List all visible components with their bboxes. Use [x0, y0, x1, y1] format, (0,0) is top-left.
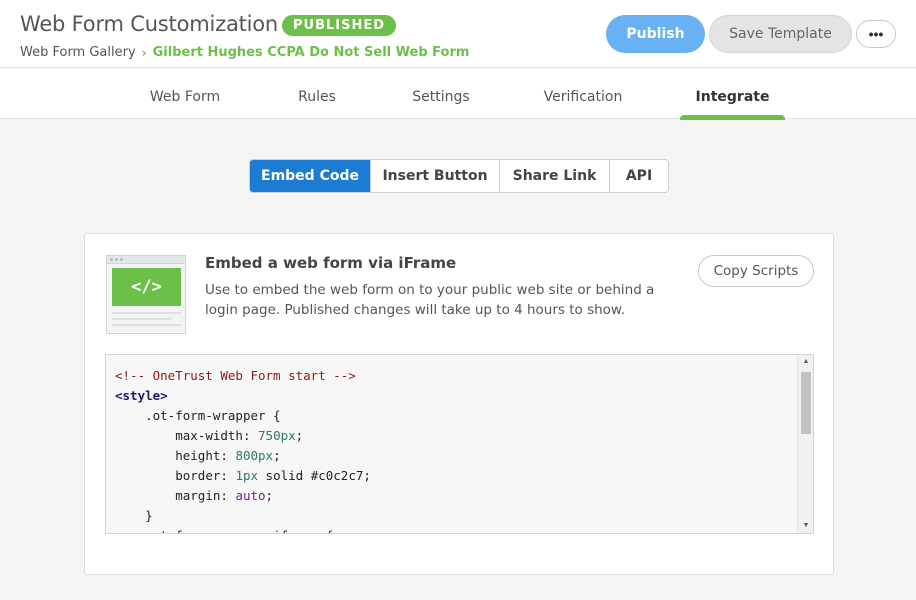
status-badge: PUBLISHED	[282, 15, 397, 36]
code-icon: </>	[112, 268, 181, 306]
scroll-up-icon[interactable]: ▲	[798, 355, 813, 369]
breadcrumb: Web Form Gallery › Gilbert Hughes CCPA D…	[20, 45, 469, 60]
integrate-subtabs: Embed Code Insert Button Share Link API	[249, 159, 669, 193]
scrollbar[interactable]: ▲ ▼	[797, 355, 813, 533]
tab-share-link[interactable]: Share Link	[500, 160, 610, 192]
code-line: max-width: 750px;	[175, 428, 304, 443]
code-line: <style>	[115, 388, 168, 403]
embed-card: </> Embed a web form via iFrame Use to e…	[84, 233, 834, 575]
tab-web-form[interactable]: Web Form	[140, 69, 230, 119]
page-header: Web Form Customization PUBLISHED Web For…	[0, 0, 916, 68]
browser-bar	[107, 256, 185, 264]
page-title: Web Form Customization	[20, 12, 279, 36]
code-line: margin: auto;	[175, 488, 274, 503]
code-line: .ot-form-wrapper iframe {	[115, 526, 371, 533]
save-template-button[interactable]: Save Template	[709, 15, 852, 53]
tab-integrate[interactable]: Integrate	[680, 69, 785, 120]
placeholder-line	[112, 324, 181, 326]
code-line: .ot-form-wrapper {	[145, 408, 281, 423]
more-icon: •••	[868, 26, 884, 42]
tab-embed-code[interactable]: Embed Code	[250, 160, 371, 192]
code-line: border: 1px solid #c0c2c7;	[175, 468, 371, 483]
breadcrumb-current: Gilbert Hughes CCPA Do Not Sell Web Form	[152, 45, 470, 60]
tab-verification[interactable]: Verification	[535, 69, 631, 119]
copy-scripts-button[interactable]: Copy Scripts	[698, 255, 814, 287]
tab-api[interactable]: API	[610, 160, 668, 192]
tab-rules[interactable]: Rules	[290, 69, 344, 119]
breadcrumb-parent-link[interactable]: Web Form Gallery	[20, 45, 136, 60]
card-title: Embed a web form via iFrame	[205, 254, 457, 272]
tab-insert-button[interactable]: Insert Button	[371, 160, 500, 192]
embed-code-textarea[interactable]: <!-- OneTrust Web Form start --> <style> …	[105, 354, 814, 534]
browser-dot	[115, 258, 118, 261]
embed-code-illustration: </>	[106, 255, 186, 334]
chevron-right-icon: ›	[141, 45, 147, 60]
code-line: <!-- OneTrust Web Form start -->	[115, 368, 356, 383]
browser-dot	[110, 258, 113, 261]
placeholder-line	[112, 318, 172, 320]
code-line: }	[145, 508, 153, 523]
scroll-down-icon[interactable]: ▼	[798, 519, 813, 533]
main-tabs: Web Form Rules Settings Verification Int…	[0, 69, 916, 120]
code-line: height: 800px;	[175, 448, 281, 463]
code-content: <!-- OneTrust Web Form start --> <style> …	[115, 366, 371, 533]
browser-dot	[120, 258, 123, 261]
publish-button[interactable]: Publish	[606, 15, 705, 53]
tab-settings[interactable]: Settings	[405, 69, 477, 119]
scrollbar-thumb[interactable]	[801, 372, 811, 434]
more-options-button[interactable]: •••	[856, 20, 896, 48]
placeholder-line	[112, 312, 181, 314]
card-description: Use to embed the web form on to your pub…	[205, 282, 655, 318]
